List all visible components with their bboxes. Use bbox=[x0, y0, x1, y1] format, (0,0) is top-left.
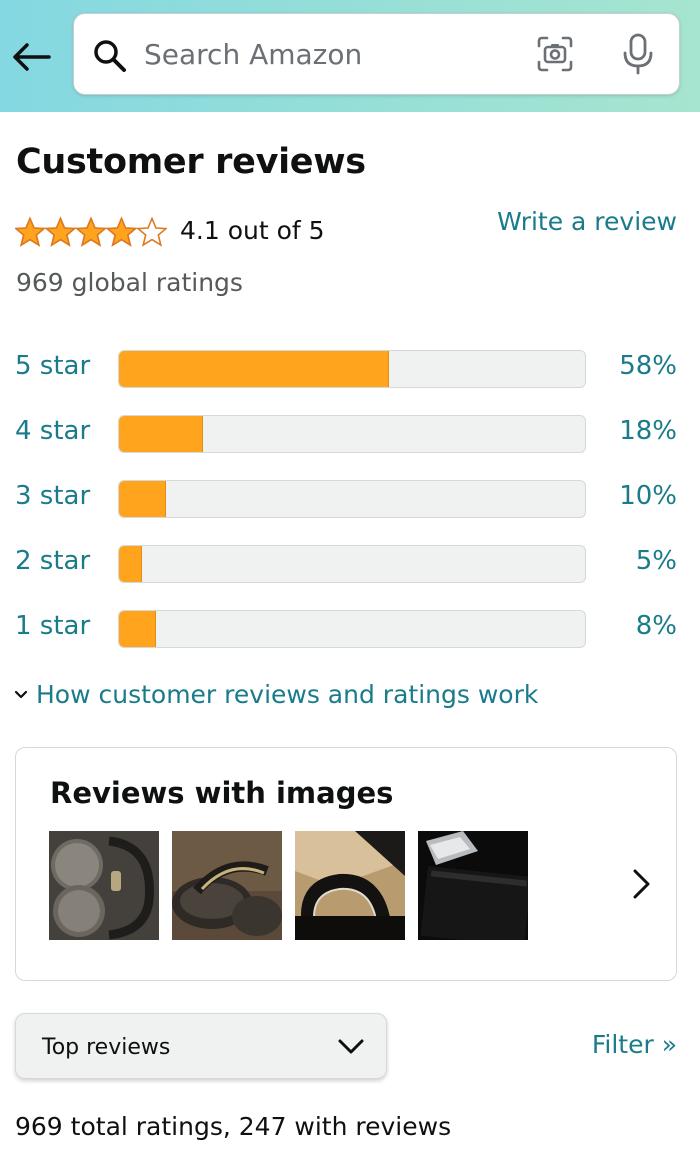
histogram-percent[interactable]: 10% bbox=[619, 481, 677, 511]
microphone-icon[interactable] bbox=[620, 33, 656, 75]
histogram-fill bbox=[119, 546, 143, 582]
search-input[interactable] bbox=[144, 32, 464, 76]
review-image-thumbnail[interactable] bbox=[172, 831, 282, 940]
chevron-right-icon[interactable] bbox=[626, 866, 656, 902]
histogram-bar[interactable] bbox=[118, 610, 586, 648]
star-filled bbox=[76, 217, 106, 246]
global-ratings-count: 969 global ratings bbox=[16, 268, 243, 297]
chevron-down-icon bbox=[14, 690, 28, 698]
star-filled bbox=[15, 217, 45, 246]
histogram-percent[interactable]: 18% bbox=[619, 416, 677, 446]
stars-group bbox=[15, 217, 167, 246]
search-icon[interactable] bbox=[92, 38, 128, 74]
histogram-bar[interactable] bbox=[118, 350, 586, 388]
back-arrow-icon bbox=[13, 43, 51, 71]
histogram-row-5-star[interactable]: 5 star 58% bbox=[0, 349, 700, 389]
review-image-thumbnail[interactable] bbox=[295, 831, 405, 940]
histogram-row-2-star[interactable]: 2 star 5% bbox=[0, 544, 700, 584]
camera-scan-icon[interactable] bbox=[536, 35, 574, 73]
histogram-percent[interactable]: 8% bbox=[636, 611, 677, 641]
how-reviews-work-link[interactable]: How customer reviews and ratings work bbox=[14, 680, 538, 709]
total-ratings-summary: 969 total ratings, 247 with reviews bbox=[15, 1112, 452, 1141]
histogram-bar[interactable] bbox=[118, 480, 586, 518]
star-outline bbox=[137, 217, 167, 246]
page-title: Customer reviews bbox=[16, 142, 366, 182]
back-button[interactable] bbox=[8, 34, 54, 80]
search-box[interactable] bbox=[73, 13, 680, 95]
reviews-with-images-card: Reviews with images bbox=[15, 747, 677, 981]
histogram-percent[interactable]: 58% bbox=[619, 351, 677, 381]
histogram-fill bbox=[119, 351, 390, 387]
top-search-bar bbox=[0, 0, 700, 112]
write-review-link[interactable]: Write a review bbox=[497, 207, 677, 236]
filter-link[interactable]: Filter » bbox=[592, 1030, 677, 1059]
histogram-row-3-star[interactable]: 3 star 10% bbox=[0, 479, 700, 519]
chevron-down-icon bbox=[338, 1039, 364, 1054]
review-image-thumbnail[interactable] bbox=[49, 831, 159, 940]
histogram-bar[interactable] bbox=[118, 545, 586, 583]
star-filled bbox=[45, 217, 76, 246]
histogram-label[interactable]: 5 star bbox=[15, 351, 90, 381]
review-image-thumbnail[interactable] bbox=[418, 831, 528, 940]
sort-selected-value: Top reviews bbox=[42, 1035, 171, 1060]
histogram-label[interactable]: 2 star bbox=[15, 546, 90, 576]
histogram-label[interactable]: 1 star bbox=[15, 611, 90, 641]
reviews-with-images-title: Reviews with images bbox=[50, 776, 394, 810]
star-filled bbox=[106, 217, 137, 246]
histogram-row-1-star[interactable]: 1 star 8% bbox=[0, 609, 700, 649]
star-rating-icon bbox=[15, 217, 167, 246]
histogram-percent[interactable]: 5% bbox=[636, 546, 677, 576]
histogram-label[interactable]: 4 star bbox=[15, 416, 90, 446]
histogram-fill bbox=[119, 611, 157, 647]
histogram-bar[interactable] bbox=[118, 415, 586, 453]
histogram-fill bbox=[119, 416, 203, 452]
histogram-fill bbox=[119, 481, 166, 517]
sort-dropdown[interactable]: Top reviews bbox=[15, 1013, 387, 1079]
average-rating-text: 4.1 out of 5 bbox=[180, 216, 325, 245]
histogram-row-4-star[interactable]: 4 star 18% bbox=[0, 414, 700, 454]
how-reviews-work-text[interactable]: How customer reviews and ratings work bbox=[36, 680, 538, 709]
histogram-label[interactable]: 3 star bbox=[15, 481, 90, 511]
